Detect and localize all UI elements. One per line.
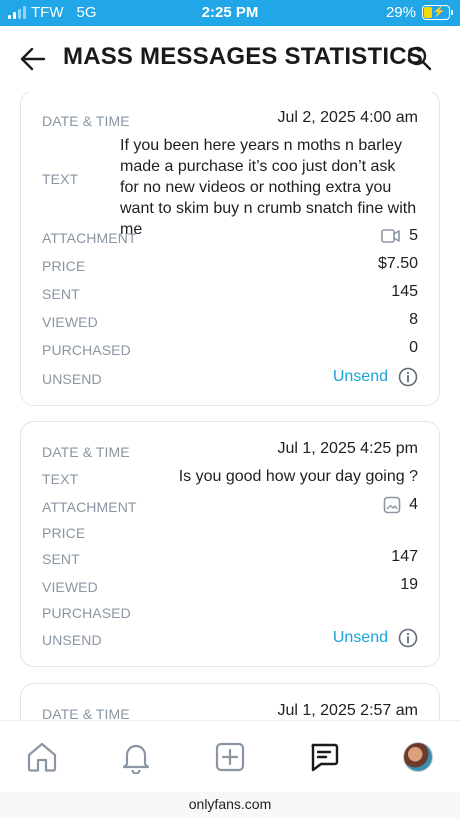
message-card: DATE & TIME Jul 1, 2025 2:57 am (20, 683, 440, 720)
date-time-label: DATE & TIME (42, 706, 130, 720)
unsend-label: UNSEND (42, 371, 102, 387)
avatar[interactable] (403, 742, 433, 772)
date-time-label: DATE & TIME (42, 113, 130, 129)
unsend-button[interactable]: Unsend (333, 628, 418, 648)
purchased-label: PURCHASED (42, 342, 131, 358)
image-icon (383, 496, 401, 514)
search-icon[interactable] (406, 45, 432, 71)
app-header: MASS MESSAGES STATISTICS (0, 26, 460, 92)
viewed-value: 19 (400, 576, 418, 593)
messages-icon[interactable] (307, 740, 341, 774)
text-label: TEXT (42, 171, 79, 187)
bottom-nav (0, 720, 460, 792)
page-title: MASS MESSAGES STATISTICS (63, 43, 423, 70)
battery-icon: ⚡ (422, 5, 453, 20)
date-time-label: DATE & TIME (42, 444, 130, 460)
attachment-label: ATTACHMENT (42, 230, 137, 246)
unsend-link[interactable]: Unsend (333, 629, 388, 647)
unsend-button[interactable]: Unsend (333, 367, 418, 387)
attachment-count: 5 (409, 227, 418, 244)
viewed-label: VIEWED (42, 579, 98, 595)
plus-square-icon[interactable] (213, 740, 247, 774)
nav-home[interactable] (24, 739, 60, 775)
viewed-value: 8 (409, 311, 418, 328)
purchased-label: PURCHASED (42, 605, 131, 621)
sent-value: 147 (391, 548, 418, 565)
purchased-value: 0 (409, 339, 418, 356)
message-text: If you been here years n moths n barley … (120, 137, 417, 238)
message-stats-list[interactable]: DATE & TIME Jul 2, 2025 4:00 am TEXT If … (0, 92, 460, 720)
date-time-value: Jul 1, 2025 2:57 am (277, 702, 418, 719)
price-value: $7.50 (377, 255, 418, 272)
browser-url-bar[interactable]: onlyfans.com (0, 792, 460, 818)
date-time-value: Jul 1, 2025 4:25 pm (277, 440, 418, 457)
battery-percent: 29% (385, 4, 416, 21)
text-label: TEXT (42, 471, 79, 487)
attachment-value: 4 (383, 496, 418, 514)
attachment-count: 4 (409, 496, 418, 513)
nav-new-post[interactable] (212, 739, 248, 775)
unsend-link[interactable]: Unsend (333, 368, 388, 386)
message-text: Is you good how your day going ? (178, 468, 418, 485)
video-icon (381, 229, 400, 243)
price-label: PRICE (42, 525, 86, 541)
nav-notifications[interactable] (118, 739, 154, 775)
url-text: onlyfans.com (188, 796, 272, 812)
unsend-label: UNSEND (42, 632, 102, 648)
arrow-left-icon[interactable] (20, 46, 46, 72)
sent-label: SENT (42, 286, 80, 302)
bell-icon[interactable] (119, 740, 153, 774)
sent-label: SENT (42, 551, 80, 567)
nav-messages[interactable] (306, 739, 342, 775)
home-icon[interactable] (25, 740, 59, 774)
nav-profile[interactable] (400, 739, 436, 775)
attachment-label: ATTACHMENT (42, 499, 137, 515)
status-bar: TFW 5G 2:25 PM 29% ⚡ (0, 0, 460, 26)
date-time-value: Jul 2, 2025 4:00 am (277, 109, 418, 126)
battery-info: 29% ⚡ (385, 4, 453, 21)
viewed-label: VIEWED (42, 314, 98, 330)
message-card: DATE & TIME Jul 1, 2025 4:25 pm TEXT Is … (20, 421, 440, 667)
attachment-value: 5 (381, 227, 418, 245)
info-icon[interactable] (398, 628, 418, 648)
message-card: DATE & TIME Jul 2, 2025 4:00 am TEXT If … (20, 92, 440, 406)
price-label: PRICE (42, 258, 86, 274)
sent-value: 145 (391, 283, 418, 300)
info-icon[interactable] (398, 367, 418, 387)
